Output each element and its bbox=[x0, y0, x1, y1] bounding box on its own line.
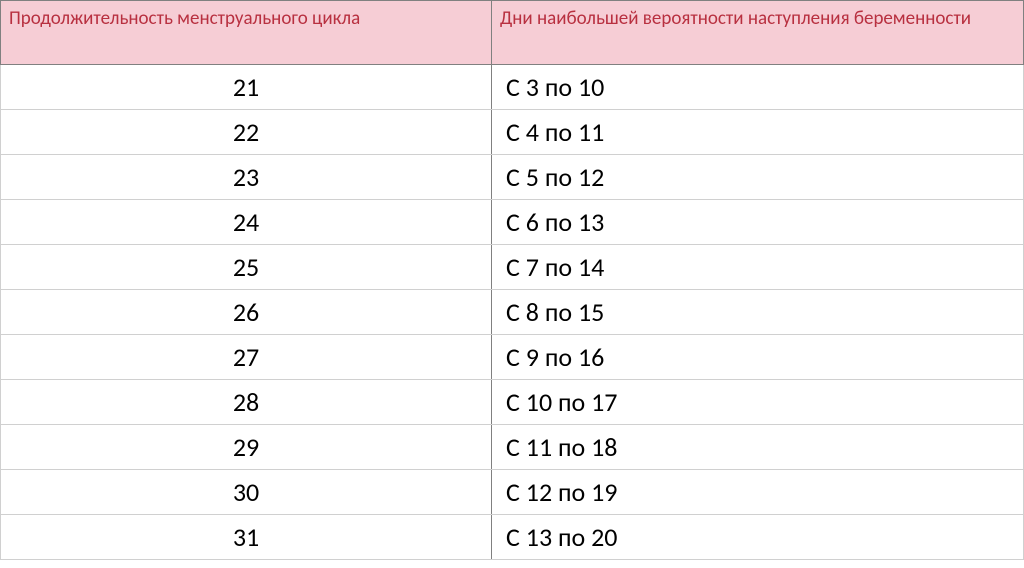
table-row: 28 С 10 по 17 bbox=[1, 380, 1024, 425]
table-row: 30 С 12 по 19 bbox=[1, 470, 1024, 515]
table-row: 25 С 7 по 14 bbox=[1, 245, 1024, 290]
table-row: 22 С 4 по 11 bbox=[1, 110, 1024, 155]
cell-cycle: 29 bbox=[1, 425, 492, 470]
cell-cycle: 28 bbox=[1, 380, 492, 425]
cell-days: С 13 по 20 bbox=[492, 515, 1024, 560]
cell-days: С 10 по 17 bbox=[492, 380, 1024, 425]
table-row: 26 С 8 по 15 bbox=[1, 290, 1024, 335]
cell-cycle: 24 bbox=[1, 200, 492, 245]
cell-days: С 9 по 16 bbox=[492, 335, 1024, 380]
cell-cycle: 26 bbox=[1, 290, 492, 335]
cell-cycle: 22 bbox=[1, 110, 492, 155]
header-fertile-days: Дни наибольшей вероятности наступления б… bbox=[492, 1, 1024, 65]
cell-cycle: 27 bbox=[1, 335, 492, 380]
cell-cycle: 30 bbox=[1, 470, 492, 515]
table-row: 23 С 5 по 12 bbox=[1, 155, 1024, 200]
table-row: 24 С 6 по 13 bbox=[1, 200, 1024, 245]
cell-days: С 12 по 19 bbox=[492, 470, 1024, 515]
table-row: 29 С 11 по 18 bbox=[1, 425, 1024, 470]
cell-cycle: 23 bbox=[1, 155, 492, 200]
cell-days: С 6 по 13 bbox=[492, 200, 1024, 245]
table-row: 21 С 3 по 10 bbox=[1, 65, 1024, 110]
fertility-table: Продолжительность менструального цикла Д… bbox=[0, 0, 1024, 560]
cell-cycle: 31 bbox=[1, 515, 492, 560]
cell-days: С 11 по 18 bbox=[492, 425, 1024, 470]
cell-days: С 3 по 10 bbox=[492, 65, 1024, 110]
cell-days: С 5 по 12 bbox=[492, 155, 1024, 200]
cell-cycle: 25 bbox=[1, 245, 492, 290]
table-row: 31 С 13 по 20 bbox=[1, 515, 1024, 560]
cell-days: С 7 по 14 bbox=[492, 245, 1024, 290]
table-header-row: Продолжительность менструального цикла Д… bbox=[1, 1, 1024, 65]
cell-days: С 8 по 15 bbox=[492, 290, 1024, 335]
header-cycle-length: Продолжительность менструального цикла bbox=[1, 1, 492, 65]
table-row: 27 С 9 по 16 bbox=[1, 335, 1024, 380]
cell-days: С 4 по 11 bbox=[492, 110, 1024, 155]
cell-cycle: 21 bbox=[1, 65, 492, 110]
